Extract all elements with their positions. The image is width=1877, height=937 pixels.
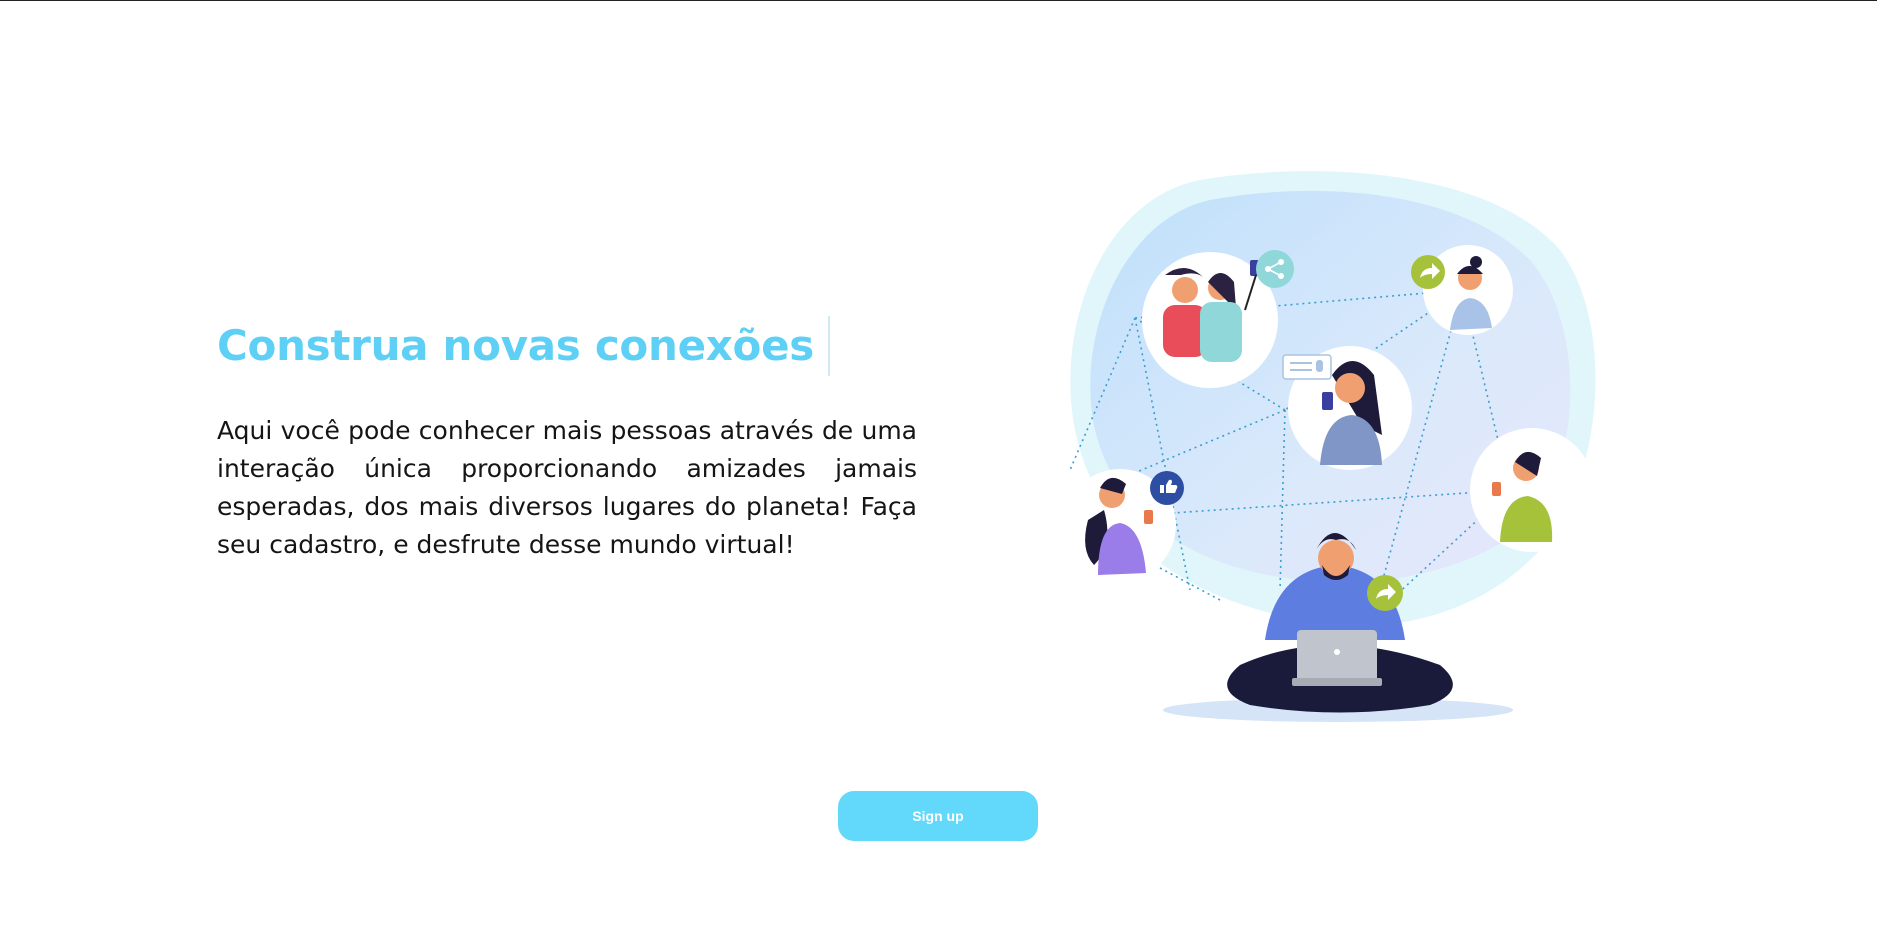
signup-button[interactable]: Sign up bbox=[838, 791, 1038, 841]
message-icon bbox=[1282, 354, 1332, 380]
social-network-illustration bbox=[1064, 171, 1596, 722]
avatar-man-right bbox=[1470, 428, 1594, 552]
hero-section: Construa novas conexões Aqui você pode c… bbox=[217, 316, 917, 564]
top-border bbox=[0, 0, 1877, 1]
share-icon bbox=[1256, 250, 1294, 288]
hero-description: Aqui você pode conhecer mais pessoas atr… bbox=[217, 416, 917, 559]
page-title: Construa novas conexões bbox=[217, 316, 830, 376]
